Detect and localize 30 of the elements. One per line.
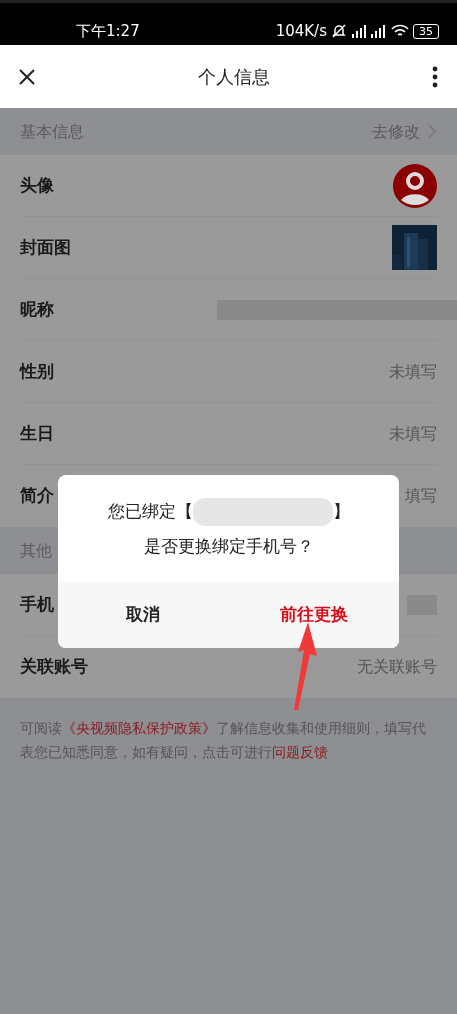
dialog-question: 是否更换绑定手机号？ xyxy=(143,534,314,558)
dialog-message: 】 xyxy=(332,500,350,523)
cancel-button[interactable]: 取消 xyxy=(58,582,229,648)
field-label: 昵称 xyxy=(20,297,54,321)
notice-link[interactable]: 问题反馈 xyxy=(272,744,328,760)
field-value: 未填写 xyxy=(389,422,437,445)
confirm-button[interactable]: 前往更换 xyxy=(228,582,399,648)
wifi-icon xyxy=(391,24,409,38)
field-label: 性别 xyxy=(20,359,54,383)
field-value: 无关联账号 xyxy=(357,656,437,678)
field-value: 填写 xyxy=(405,485,437,507)
field-label: 手机 xyxy=(20,592,54,616)
signal-icon xyxy=(351,24,387,38)
field-label: 简介 xyxy=(20,484,54,508)
field-label: 头像 xyxy=(20,173,54,197)
page-title: 个人信息 xyxy=(196,65,271,89)
close-icon[interactable] xyxy=(18,67,36,86)
status-time: 下午1:27 xyxy=(76,20,140,42)
notice-link[interactable]: 《央视频隐私保护政策》 xyxy=(62,720,216,736)
mute-icon xyxy=(331,23,347,39)
battery-indicator: 35 xyxy=(413,23,439,39)
field-label: 生日 xyxy=(20,421,54,445)
more-icon[interactable] xyxy=(431,65,439,88)
avatar-icon[interactable] xyxy=(393,163,437,208)
field-value: 未填写 xyxy=(389,360,437,383)
field-label: 关联账号 xyxy=(20,655,88,679)
dialog-message: 您已绑定【 xyxy=(107,500,193,523)
network-speed: 104K/s xyxy=(275,20,327,42)
chevron-right-icon xyxy=(428,124,437,139)
field-label: 封面图 xyxy=(20,235,71,259)
